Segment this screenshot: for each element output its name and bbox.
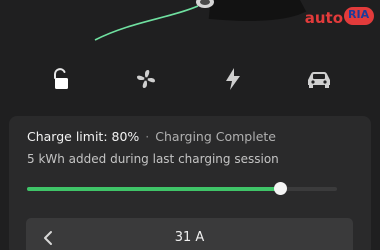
watermark-ria-text: RIA [348, 8, 370, 21]
slider-thumb[interactable] [274, 182, 287, 195]
quick-controls-row [0, 62, 380, 96]
session-energy-text: 5 kWh added during last charging session [27, 152, 279, 166]
charging-screen: auto RIA Charge limit: 80% · Charging Co… [0, 0, 380, 250]
watermark-auto-text: auto [304, 9, 343, 27]
separator-dot: · [145, 129, 150, 144]
lightning-bolt-icon [226, 68, 240, 90]
vehicle-controls-button[interactable] [302, 62, 336, 96]
charging-panel: Charge limit: 80% · Charging Complete 5 kW… [9, 116, 371, 250]
charging-status: Charging Complete [155, 129, 276, 144]
climate-button[interactable] [129, 62, 163, 96]
lock-button[interactable] [44, 62, 78, 96]
charge-limit-label: Charge limit: 80% [27, 129, 140, 144]
fan-icon [137, 70, 155, 88]
watermark-ria-badge: RIA [344, 7, 374, 29]
charge-limit-slider[interactable] [27, 182, 337, 196]
car-header: auto RIA [0, 0, 380, 52]
charging-button[interactable] [216, 62, 250, 96]
charge-limit-line: Charge limit: 80% · Charging Complete [27, 129, 276, 144]
slider-fill [27, 187, 280, 191]
car-icon [308, 72, 330, 88]
autoria-watermark: auto RIA [305, 7, 374, 29]
charge-current-stepper: 31 A [26, 218, 353, 250]
unlocked-padlock-icon [54, 68, 68, 89]
charge-current-value: 31 A [174, 230, 205, 245]
